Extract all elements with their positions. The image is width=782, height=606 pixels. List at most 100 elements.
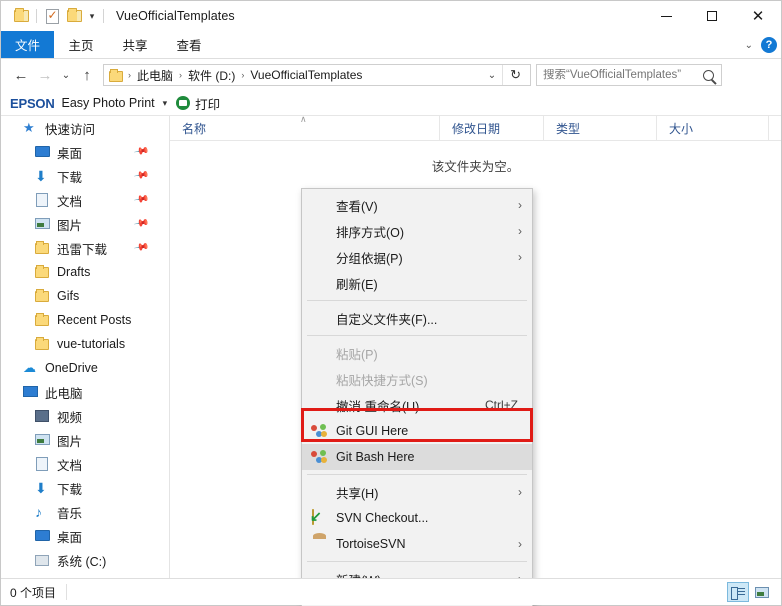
item-count-label: 0 个项目 — [10, 585, 57, 600]
sidebar-item-18[interactable]: 系统 (C:) — [1, 548, 153, 572]
breadcrumb-separator: › — [241, 70, 245, 80]
sidebar-item-14[interactable]: 文档 — [1, 452, 153, 476]
menu-item-5[interactable]: 自定义文件夹(F)... — [302, 305, 532, 331]
sidebar-item-15[interactable]: ⬇ 下载 — [1, 476, 153, 500]
menu-item-label: 共享(H) — [336, 486, 379, 501]
maximize-button[interactable] — [689, 1, 735, 31]
search-box[interactable] — [536, 64, 722, 86]
sidebar-item-2[interactable]: ⬇ 下载 📌 — [1, 164, 153, 188]
sidebar-item-8[interactable]: Recent Posts — [1, 308, 153, 332]
pin-icon[interactable]: 📌 — [133, 191, 150, 207]
menu-item-label: TortoiseSVN — [336, 537, 406, 551]
menu-item-9[interactable]: 撤消 重命名(U) Ctrl+Z — [302, 392, 532, 418]
file-explorer-window: ▾ VueOfficialTemplates ✕ 文件 主页 共享 查看 ⌄ ?… — [0, 0, 782, 606]
sidebar-item-1[interactable]: 桌面 📌 — [1, 140, 153, 164]
chevron-down-icon[interactable]: ⌄ — [745, 40, 753, 51]
sidebar-item-label: 桌面 — [57, 146, 83, 161]
divider — [66, 584, 68, 600]
new-folder-icon[interactable] — [63, 5, 85, 27]
sidebar-item-label: 系统 (C:) — [57, 554, 107, 569]
sidebar-item-16[interactable]: ♪ 音乐 — [1, 500, 153, 524]
column-header-type[interactable]: 类型 — [544, 116, 657, 140]
menu-item-11[interactable]: Git Bash Here — [302, 444, 532, 470]
sidebar-item-label: 音乐 — [57, 506, 83, 521]
sidebar-item-label: Drafts — [57, 265, 91, 279]
menu-item-14[interactable]: SVN Checkout... — [302, 505, 532, 531]
chevron-down-icon[interactable]: ▾ — [85, 11, 99, 22]
chevron-right-icon: › — [518, 537, 522, 551]
up-button[interactable]: ↑ — [75, 63, 99, 87]
search-input[interactable] — [543, 69, 703, 81]
chevron-right-icon: › — [518, 250, 522, 264]
menu-item-15[interactable]: TortoiseSVN › — [302, 531, 532, 557]
column-header-date[interactable]: 修改日期 — [440, 116, 544, 140]
sidebar-item-5[interactable]: 迅雷下载 📌 — [1, 236, 153, 260]
search-icon[interactable] — [703, 69, 714, 81]
tab-file[interactable]: 文件 — [1, 31, 55, 58]
sidebar-item-12[interactable]: 视频 — [1, 404, 153, 428]
print-icon[interactable] — [176, 96, 191, 110]
sidebar-item-17[interactable]: 桌面 — [1, 524, 153, 548]
menu-item-label: 查看(V) — [336, 199, 378, 214]
print-label[interactable]: 打印 — [195, 94, 220, 113]
refresh-icon[interactable]: ↻ — [503, 67, 528, 83]
close-button[interactable]: ✕ — [735, 1, 781, 31]
menu-item-0[interactable]: 查看(V) › — [302, 192, 532, 218]
menu-item-10[interactable]: Git GUI Here — [302, 418, 532, 444]
folder-icon[interactable] — [10, 5, 32, 27]
breadcrumb-item-this-pc[interactable]: 此电脑 — [134, 67, 176, 84]
tab-home[interactable]: 主页 — [54, 31, 108, 58]
folder-icon — [35, 336, 51, 352]
chevron-right-icon: › — [518, 224, 522, 238]
sidebar-item-10[interactable]: ☁ OneDrive — [1, 356, 153, 380]
menu-item-1[interactable]: 排序方式(O) › — [302, 218, 532, 244]
sidebar-item-6[interactable]: Drafts — [1, 260, 153, 284]
sidebar-item-label: 下载 — [57, 482, 83, 497]
pin-icon[interactable]: 📌 — [133, 239, 150, 255]
menu-item-label: 自定义文件夹(F)... — [336, 312, 438, 327]
pin-icon[interactable]: 📌 — [133, 215, 150, 231]
sidebar-item-11[interactable]: 此电脑 — [1, 380, 153, 404]
sidebar-item-0[interactable]: ★ 快速访问 — [1, 116, 153, 140]
pin-icon[interactable]: 📌 — [133, 143, 150, 159]
sidebar-item-3[interactable]: 文档 📌 — [1, 188, 153, 212]
empty-folder-message: 该文件夹为空。 — [431, 160, 520, 174]
sidebar-item-label: 视频 — [57, 410, 83, 425]
menu-item-13[interactable]: 共享(H) › — [302, 479, 532, 505]
folder-icon — [35, 288, 51, 304]
recent-locations-button[interactable]: ⌄ — [57, 63, 75, 87]
sidebar-item-13[interactable]: 图片 — [1, 428, 153, 452]
sort-ascending-icon: ∧ — [300, 114, 307, 124]
breadcrumb-item-drive[interactable]: 软件 (D:) — [185, 67, 238, 84]
sidebar-item-7[interactable]: Gifs — [1, 284, 153, 308]
sidebar-item-label: Gifs — [57, 289, 80, 303]
window-title: VueOfficialTemplates — [116, 9, 235, 23]
address-bar[interactable]: › 此电脑 › 软件 (D:) › VueOfficialTemplates ⌄… — [103, 64, 531, 86]
menu-item-label: 撤消 重命名(U) — [336, 399, 420, 414]
chevron-down-icon[interactable]: ⌄ — [482, 70, 502, 81]
help-icon[interactable]: ? — [761, 37, 777, 53]
tab-share[interactable]: 共享 — [108, 31, 162, 58]
download-icon: ⬇ — [35, 168, 47, 184]
column-header-name-label: 名称 — [182, 121, 207, 136]
large-icons-view-button[interactable] — [751, 582, 773, 602]
pin-icon[interactable]: 📌 — [133, 167, 150, 183]
menu-item-2[interactable]: 分组依据(P) › — [302, 244, 532, 270]
column-header-name[interactable]: 名称 ∧ — [170, 114, 440, 140]
forward-button[interactable]: → — [33, 63, 57, 87]
music-icon: ♪ — [35, 504, 42, 520]
menu-item-label: 刷新(E) — [336, 277, 378, 292]
column-header-size[interactable]: 大小 — [657, 116, 769, 140]
chevron-down-icon[interactable]: ▾ — [163, 98, 168, 109]
sidebar-item-9[interactable]: vue-tutorials — [1, 332, 153, 356]
menu-item-3[interactable]: 刷新(E) — [302, 270, 532, 296]
this-pc-icon — [23, 384, 39, 400]
breadcrumb-item-folder[interactable]: VueOfficialTemplates — [247, 68, 365, 82]
properties-icon[interactable] — [41, 5, 63, 27]
sidebar-item-label: 迅雷下载 — [57, 242, 108, 257]
back-button[interactable]: ← — [9, 63, 33, 87]
tab-view[interactable]: 查看 — [162, 31, 216, 58]
details-view-button[interactable] — [727, 582, 749, 602]
sidebar-item-4[interactable]: 图片 📌 — [1, 212, 153, 236]
minimize-button[interactable] — [643, 1, 689, 31]
